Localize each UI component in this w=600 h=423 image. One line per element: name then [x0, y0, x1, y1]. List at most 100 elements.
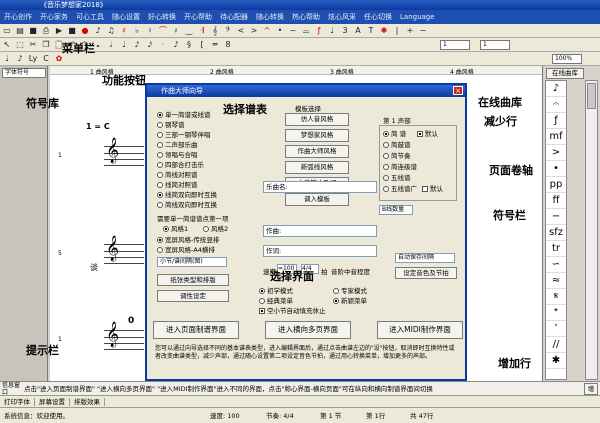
- score-type-option[interactable]: 钢琴谱: [157, 121, 185, 130]
- symbol-sfz-icon[interactable]: sfz: [546, 225, 566, 241]
- select-icon[interactable]: ⬚: [14, 39, 26, 51]
- eighth-note-icon[interactable]: ♪: [131, 39, 143, 51]
- default-check[interactable]: 默认: [417, 130, 438, 139]
- triplet-icon[interactable]: 3: [339, 25, 351, 37]
- voice-option[interactable]: 五线谱: [383, 174, 411, 183]
- note2-icon[interactable]: ♫: [105, 25, 117, 37]
- menu-style-option[interactable]: 经典菜单: [259, 297, 293, 306]
- sixteenth-note-icon[interactable]: 𝅘𝅥𝅯: [144, 39, 156, 51]
- dot-icon[interactable]: ·: [157, 39, 169, 51]
- symbol-accent-icon[interactable]: >: [546, 145, 566, 161]
- tab-screen-settings[interactable]: 屏幕设置: [35, 398, 70, 406]
- template-button[interactable]: 作曲大师风格: [285, 145, 349, 158]
- score-type-option[interactable]: 四部合打击乐: [157, 161, 204, 170]
- slur-icon[interactable]: ⌓: [300, 25, 312, 37]
- menu-item-0[interactable]: 开心创作: [0, 10, 36, 24]
- tab-layout-effect[interactable]: 排版效果: [70, 398, 105, 406]
- repeat-icon[interactable]: 𝄇: [196, 25, 208, 37]
- grace-icon[interactable]: ♪: [170, 39, 182, 51]
- score-type-option[interactable]: 领唱与合唱: [157, 151, 198, 160]
- symbol-trill-icon[interactable]: tr: [546, 241, 566, 257]
- menu-item-10[interactable]: 任心切换: [360, 10, 396, 24]
- paper-layout-button[interactable]: 纸张类型和排版: [157, 274, 229, 286]
- copy-icon[interactable]: ❐: [40, 39, 52, 51]
- small-score-select[interactable]: 小节/谱间隔(图): [157, 257, 227, 267]
- template-button[interactable]: 新弧线风格: [285, 161, 349, 174]
- voice-option[interactable]: 简鼓谱: [383, 141, 411, 150]
- paper-option[interactable]: 宽屏风格-A4横排: [157, 246, 215, 255]
- score-type-option[interactable]: 线简对照谱: [157, 181, 198, 190]
- open-icon[interactable]: ▤: [14, 25, 26, 37]
- voice-option[interactable]: 简节奏: [383, 152, 411, 161]
- symbol-segno-icon[interactable]: 𝄋: [546, 289, 566, 305]
- song-name-input[interactable]: 乐曲名:: [263, 181, 377, 193]
- fermata-icon[interactable]: ⌒: [157, 25, 169, 37]
- style-option[interactable]: 风格1: [163, 225, 188, 234]
- lyricist-input[interactable]: 作词:: [263, 245, 377, 257]
- menu-item-6[interactable]: 待心配器: [216, 10, 252, 24]
- menu-item-11[interactable]: Language: [396, 10, 439, 24]
- default-check[interactable]: 默认: [422, 185, 443, 194]
- symbol-mordent-icon[interactable]: ≈: [546, 273, 566, 289]
- half-note-icon[interactable]: 𝅗𝅥: [105, 39, 117, 51]
- menu-item-9[interactable]: 炫心风采: [324, 10, 360, 24]
- close-icon[interactable]: ×: [453, 86, 463, 95]
- zoom-select[interactable]: 100%: [552, 54, 582, 64]
- play-icon[interactable]: ▶: [53, 25, 65, 37]
- menu-item-1[interactable]: 开心家务: [36, 10, 72, 24]
- menu-item-7[interactable]: 随心转换: [252, 10, 288, 24]
- lyric-icon[interactable]: A: [352, 25, 364, 37]
- paper-option[interactable]: 宽屏风格-传统竖排: [157, 236, 219, 245]
- trill-icon[interactable]: ~: [287, 25, 299, 37]
- record-icon[interactable]: ●: [79, 25, 91, 37]
- clef-icon[interactable]: 𝄞: [209, 25, 221, 37]
- octave-icon[interactable]: 8: [222, 39, 234, 51]
- rest-icon[interactable]: 𝄽: [170, 25, 182, 37]
- accent-icon[interactable]: ^: [261, 25, 273, 37]
- symbol-mf-icon[interactable]: mf: [546, 129, 566, 145]
- symbol-library-select[interactable]: 字体符号: [2, 68, 46, 78]
- stop-icon[interactable]: ■: [66, 25, 78, 37]
- section-count-select[interactable]: B线数量: [379, 205, 413, 215]
- measure-b-icon[interactable]: ♪: [14, 53, 26, 65]
- symbol-caesura-icon[interactable]: //: [546, 337, 566, 353]
- lyrics-icon[interactable]: Ly: [27, 53, 39, 65]
- auto-save-select[interactable]: 自动保存间隔: [395, 253, 455, 263]
- arpeggio-icon[interactable]: §: [183, 39, 195, 51]
- score-type-option[interactable]: 线简双向即时互换: [157, 191, 217, 200]
- voice-option[interactable]: 简连级谱: [383, 163, 417, 172]
- score-type-option[interactable]: 简线对照谱: [157, 171, 198, 180]
- save-icon[interactable]: ■: [27, 25, 39, 37]
- symbol-coda-icon[interactable]: 𝄌: [546, 305, 566, 321]
- key-setting-button[interactable]: 调性设定: [157, 290, 229, 302]
- new-icon[interactable]: ▭: [1, 25, 13, 37]
- menu-item-5[interactable]: 开心帮助: [180, 10, 216, 24]
- chord-symbol-icon[interactable]: C: [40, 53, 52, 65]
- text-icon[interactable]: T: [365, 25, 377, 37]
- symbol-pp-icon[interactable]: pp: [546, 177, 566, 193]
- dynamics-icon[interactable]: ƒ: [313, 25, 325, 37]
- mode-option[interactable]: 专家模式: [333, 287, 367, 296]
- note-icon[interactable]: ♪: [92, 25, 104, 37]
- chord-icon[interactable]: ♩: [326, 25, 338, 37]
- menu-style-option[interactable]: 新颖菜单: [333, 297, 367, 306]
- sound-beat-button[interactable]: 设定音色及节拍: [395, 267, 457, 279]
- score-type-option[interactable]: 简线双向即时互换: [157, 201, 217, 210]
- composer-input[interactable]: 作曲:: [263, 225, 377, 237]
- enter-page-editor-button[interactable]: 进入页面制谱界面: [153, 321, 239, 339]
- symbol-dot-icon[interactable]: •: [546, 161, 566, 177]
- template-button[interactable]: 梦想家风格: [285, 129, 349, 142]
- symbol-forte-icon[interactable]: ƒ: [546, 113, 566, 129]
- voice-option[interactable]: 五线谱广: [383, 185, 417, 194]
- cut-icon[interactable]: ✂: [27, 39, 39, 51]
- auto-fill-rest-check[interactable]: 空小节自动填充休止: [259, 307, 326, 316]
- symbol-breath-icon[interactable]: ’: [546, 321, 566, 337]
- beam-icon[interactable]: ═: [209, 39, 221, 51]
- enter-midi-editor-button[interactable]: 进入MIDI制作界面: [377, 321, 463, 339]
- zoom-in-icon[interactable]: +: [404, 25, 416, 37]
- symbol-turn-icon[interactable]: ∽: [546, 257, 566, 273]
- menu-item-3[interactable]: 随心设置: [108, 10, 144, 24]
- sharp-icon[interactable]: ♯: [118, 25, 130, 37]
- score-type-option[interactable]: 三部一钢琴伴唱: [157, 131, 211, 140]
- page-scrollbar[interactable]: [585, 80, 598, 380]
